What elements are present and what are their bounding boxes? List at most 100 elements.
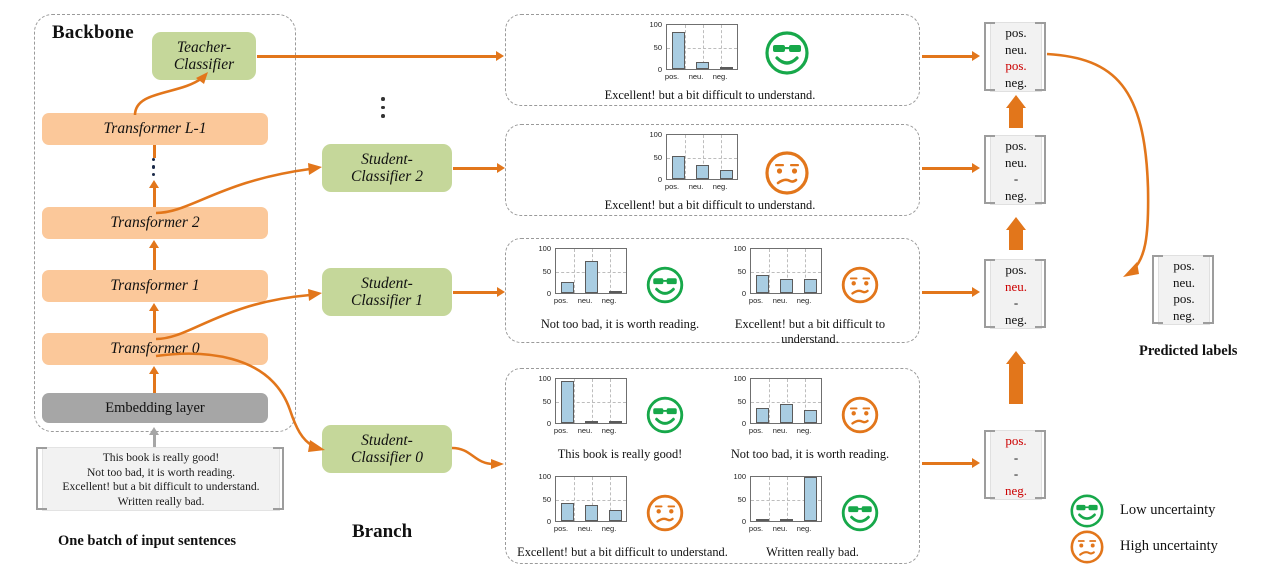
bar-neg — [804, 279, 817, 293]
confused-face-icon — [646, 494, 684, 532]
bar-pos — [672, 156, 685, 179]
arrow-panel-to-student1-labels — [922, 291, 974, 294]
input-sentence-3: Written really bad. — [117, 494, 205, 508]
ytick-100: 100 — [538, 374, 551, 383]
label-item: neu. — [1004, 41, 1028, 57]
ytick-50: 50 — [737, 495, 746, 504]
student0-label-bracket-left — [984, 430, 995, 499]
label-item: - — [1013, 466, 1019, 481]
transformer-2-label: Transformer 2 — [110, 214, 200, 232]
student-classifier-1-block[interactable]: Student- Classifier 1 — [322, 268, 452, 316]
arrow-teacher-to-panel — [257, 55, 497, 58]
student2-sentence-label: Excellent! but a bit difficult to unders… — [604, 198, 816, 212]
xtick-neg: neg. — [796, 426, 812, 435]
transformer-L-1-label: Transformer L-1 — [103, 120, 207, 138]
predicted-label-item: neg. — [1172, 307, 1196, 323]
bar-neu — [585, 420, 598, 423]
student-classifier-0-label-line2: Classifier 0 — [351, 449, 423, 466]
student-classifier-2-block[interactable]: Student- Classifier 2 — [322, 144, 452, 192]
bar-pos — [561, 380, 574, 423]
cool-face-icon — [646, 266, 684, 304]
ytick-100: 100 — [733, 472, 746, 481]
xtick-neg: neg. — [796, 524, 812, 533]
bar-neg — [609, 509, 622, 521]
xtick-pos: pos. — [748, 524, 764, 533]
ytick-0: 0 — [657, 65, 662, 74]
student1-sentence-label-b: Excellent! but a bit difficult to unders… — [734, 317, 886, 346]
predicted-bracket-right — [1203, 255, 1214, 324]
label-item: neg. — [1004, 311, 1028, 327]
xtick-pos: pos. — [553, 524, 569, 533]
input-bracket-left — [36, 447, 47, 510]
xtick-neg: neg. — [712, 182, 728, 191]
ytick-0: 0 — [657, 175, 662, 184]
chart-student0-b: 100 50 0 pos. neu. neg. — [722, 374, 826, 436]
ytick-100: 100 — [733, 244, 746, 253]
ytick-0: 0 — [741, 517, 746, 526]
arrowhead-student2-to-panel — [497, 163, 505, 173]
xtick-pos: pos. — [664, 72, 680, 81]
xtick-pos: pos. — [664, 182, 680, 191]
label-item: pos. — [1005, 262, 1027, 277]
ytick-0: 0 — [741, 419, 746, 428]
confused-face-icon — [765, 151, 809, 195]
input-sentence-2: Excellent! but a bit difficult to unders… — [62, 480, 260, 494]
input-sentence-1: Not too bad, it is worth reading. — [86, 465, 236, 479]
chart-student0-a: 100 50 0 pos. neu. neg. — [527, 374, 631, 436]
ytick-50: 50 — [653, 43, 662, 52]
confused-face-icon — [841, 266, 879, 304]
chart-student1-a: 100 50 0 pos. neu. neg. — [527, 244, 631, 306]
chart-teacher: 100 50 0 pos. neu. neg. — [638, 20, 742, 82]
ytick-50: 50 — [542, 495, 551, 504]
arrowhead-student1-to-panel — [497, 287, 505, 297]
arrowhead-panel-to-student2-labels — [972, 163, 980, 173]
student1-label-bracket-left — [984, 259, 995, 328]
label-item: pos. — [1005, 25, 1027, 40]
xtick-neu: neu. — [577, 296, 593, 305]
xtick-neu: neu. — [688, 182, 704, 191]
label-item: neg. — [1004, 482, 1028, 498]
xtick-neg: neg. — [601, 426, 617, 435]
ytick-50: 50 — [542, 267, 551, 276]
chart-student0-c: 100 50 0 pos. neu. neg. — [527, 472, 631, 534]
bar-pos — [561, 281, 574, 293]
student-classifier-1-label-line2: Classifier 1 — [351, 292, 423, 309]
chart-student0-d: 100 50 0 pos. neu. neg. — [722, 472, 826, 534]
xtick-neu: neu. — [772, 426, 788, 435]
bar-neu — [780, 519, 793, 521]
arrow-student1-to-panel — [453, 291, 498, 294]
xtick-pos: pos. — [553, 296, 569, 305]
ytick-100: 100 — [538, 244, 551, 253]
bar-neu — [585, 260, 598, 293]
cool-face-icon — [841, 494, 879, 532]
arrow-t1-to-t2 — [153, 247, 156, 270]
student-classifier-0-block[interactable]: Student- Classifier 0 — [322, 425, 452, 473]
cool-face-icon — [646, 396, 684, 434]
ytick-50: 50 — [542, 397, 551, 406]
xtick-neg: neg. — [601, 524, 617, 533]
branch-title: Branch — [352, 521, 413, 542]
student0-sentence-label-b: Not too bad, it is worth reading. — [730, 447, 890, 461]
arrowhead-panel-to-teacher-labels — [972, 51, 980, 61]
ytick-0: 0 — [546, 419, 551, 428]
vertical-ellipsis-branch — [381, 97, 385, 123]
student-classifier-1-label-line1: Student- — [361, 274, 413, 292]
bar-neu — [696, 62, 709, 69]
xtick-pos: pos. — [748, 426, 764, 435]
arrowhead-teacher-to-panel — [496, 51, 504, 61]
cool-face-icon — [765, 31, 809, 75]
confused-face-icon — [841, 396, 879, 434]
arrow-student0-to-panel — [451, 446, 504, 469]
arrow-student2-to-panel — [453, 167, 498, 170]
label-item: neg. — [1004, 74, 1028, 90]
ytick-0: 0 — [546, 517, 551, 526]
ytick-100: 100 — [649, 20, 662, 29]
label-item: pos. — [1005, 138, 1027, 153]
bar-pos — [561, 502, 574, 521]
xtick-pos: pos. — [748, 296, 764, 305]
bar-neg — [609, 421, 622, 423]
student0-sentence-label-c: Excellent! but a bit difficult to unders… — [517, 545, 728, 559]
teacher-label-bracket-left — [984, 22, 995, 91]
ytick-50: 50 — [653, 153, 662, 162]
bar-neg — [804, 410, 817, 423]
